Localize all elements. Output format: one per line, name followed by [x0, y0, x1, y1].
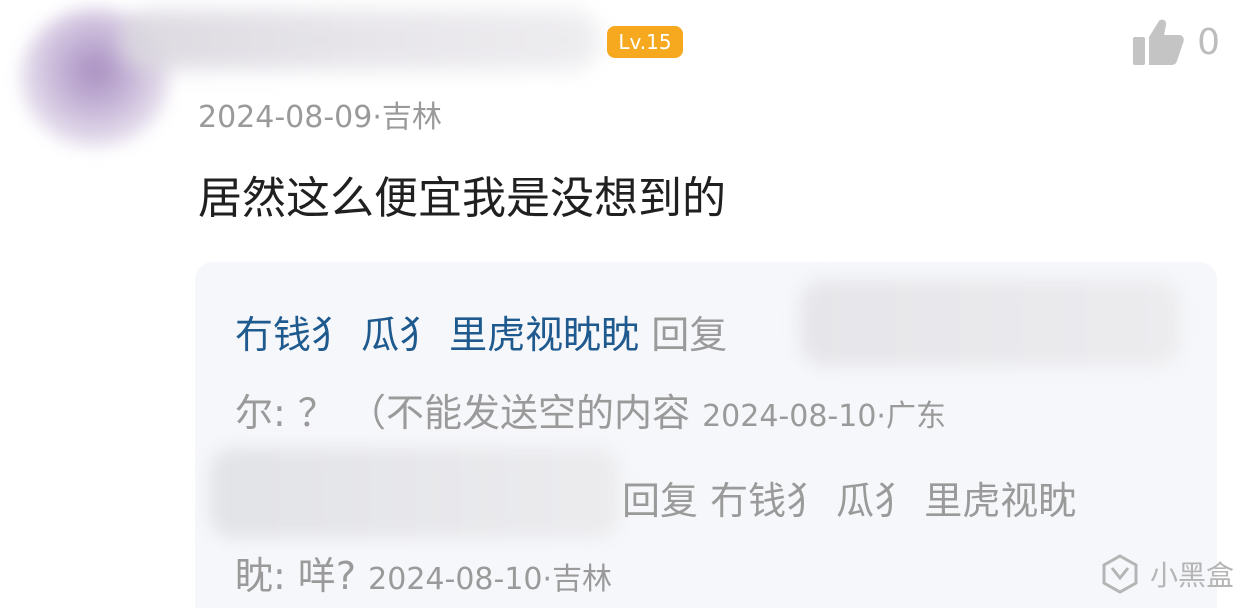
reply-author-blurred[interactable] [210, 448, 620, 538]
reply-1-date: 2024-08-10 [702, 399, 877, 434]
watermark: 小黑盒 [1098, 552, 1234, 596]
reply-1-body: 尔: ？ （不能发送空的内容 2024-08-10·广东 [235, 382, 946, 437]
username-blurred[interactable] [120, 10, 600, 70]
reply-2-meta: 2024-08-10·吉林 [368, 562, 612, 597]
reply-target-blurred [800, 280, 1180, 366]
reply-1-header: 冇钱犭 瓜犭 里虎视眈眈 回复 [235, 304, 727, 359]
reply-2-location: 吉林 [552, 562, 613, 597]
watermark-text: 小黑盒 [1149, 559, 1234, 592]
reply-2-body: 眈: 咩? 2024-08-10·吉林 [235, 545, 612, 600]
reply-1-author[interactable]: 冇钱犭 瓜犭 里虎视眈眈 [235, 313, 639, 357]
xiaoheihe-logo-icon [1102, 554, 1138, 594]
level-badge: Lv.15 [607, 26, 683, 58]
comment-text: 居然这么便宜我是没想到的 [198, 173, 726, 224]
like-count: 0 [1197, 21, 1220, 63]
meta-separator: · [372, 100, 382, 135]
reply-1-location: 广东 [885, 399, 946, 434]
reply-1-meta: 2024-08-10·广东 [702, 399, 946, 434]
reply-1-reply-word: 回复 [651, 313, 728, 357]
thumbs-up-icon [1133, 19, 1184, 65]
like-button[interactable]: 0 [1131, 16, 1220, 68]
comment-date: 2024-08-09 [198, 100, 373, 135]
reply-2-continuation: 眈: 咩? [235, 554, 357, 598]
reply-1-separator: · [876, 399, 886, 434]
reply-1-continuation: 尔: ？ （不能发送空的内容 [235, 391, 690, 435]
comment-meta: 2024-08-09·吉林 [198, 92, 442, 136]
reply-2-header: 回复 冇钱犭 瓜犭 里虎视眈 [622, 479, 1077, 523]
reply-2-date: 2024-08-10 [368, 562, 543, 597]
reply-2-separator: · [542, 562, 553, 597]
comment-location: 吉林 [381, 100, 442, 135]
